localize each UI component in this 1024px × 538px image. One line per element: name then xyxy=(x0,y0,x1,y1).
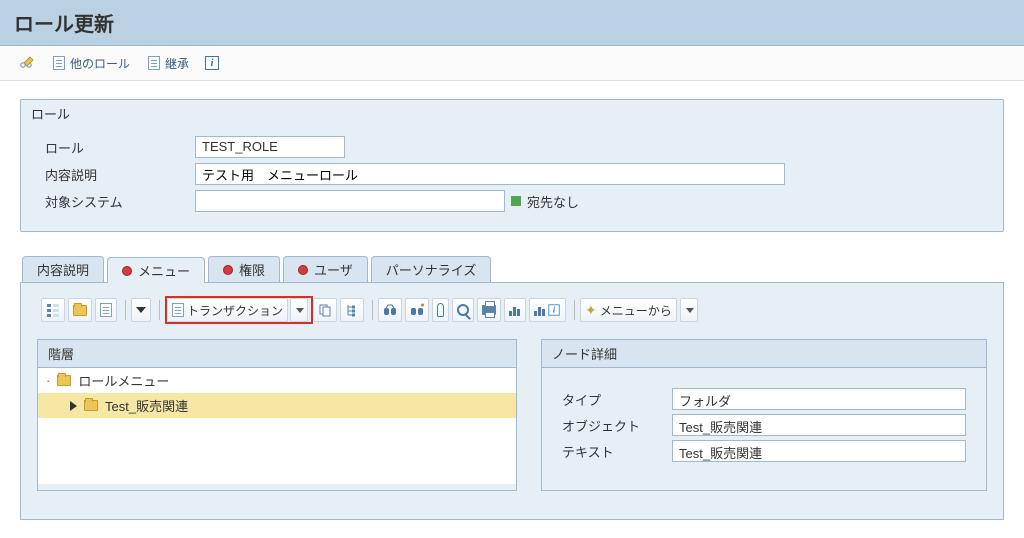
search-icon xyxy=(457,304,469,316)
transaction-button-highlight: トランザクション xyxy=(165,296,313,324)
role-label: ロール xyxy=(45,138,195,157)
menu-from-button[interactable]: ✦ メニューから xyxy=(580,298,677,322)
document-icon xyxy=(51,55,67,71)
hierarchy-box: 階層 · ロールメニュー Test_販売関連 xyxy=(37,339,517,491)
detail-object-label: オブジェクト xyxy=(562,416,672,435)
clipboard-button[interactable] xyxy=(432,298,449,322)
print-button[interactable] xyxy=(477,298,501,322)
folder-icon xyxy=(84,400,98,411)
status-red-icon xyxy=(223,265,233,275)
glasses-pencil-icon xyxy=(19,55,35,71)
bar-chart-icon xyxy=(509,304,521,316)
detail-text-label: テキスト xyxy=(562,442,672,461)
expand-icon[interactable] xyxy=(70,401,77,411)
separator xyxy=(372,300,373,320)
binoculars-plus-icon xyxy=(410,303,424,317)
transaction-button[interactable]: トランザクション xyxy=(167,298,288,322)
info-icon: i xyxy=(548,304,559,315)
tree-root-label: ロールメニュー xyxy=(78,371,169,390)
node-detail-box: ノード詳細 タイプ フォルダ オブジェクト Test_販売関連 テキスト Tes xyxy=(541,339,987,491)
description-field[interactable] xyxy=(195,163,785,185)
separator xyxy=(125,300,126,320)
chevron-down-icon xyxy=(136,307,146,313)
target-label: 対象システム xyxy=(45,192,195,211)
hierarchy-title: 階層 xyxy=(38,340,516,368)
toggle-display-button[interactable] xyxy=(14,52,40,74)
desc-label: 内容説明 xyxy=(45,165,195,184)
printer-icon xyxy=(482,305,496,315)
bullet-icon: · xyxy=(46,373,50,388)
page-title: ロール更新 xyxy=(14,8,1010,37)
status-red-icon xyxy=(298,265,308,275)
hierarchy-levels-button[interactable] xyxy=(41,298,65,322)
folder-icon xyxy=(73,305,87,316)
tab-personalize[interactable]: パーソナライズ xyxy=(371,256,492,282)
node-detail-title: ノード詳細 xyxy=(542,340,986,368)
detail-type-label: タイプ xyxy=(562,390,672,409)
clipboard-icon xyxy=(437,303,444,317)
role-group-title: ロール xyxy=(21,100,1003,123)
transaction-dropdown-button[interactable] xyxy=(290,298,308,322)
inherit-label: 継承 xyxy=(165,55,189,72)
other-role-button[interactable]: 他のロール xyxy=(46,52,135,74)
separator xyxy=(574,300,575,320)
report-info-button[interactable]: i xyxy=(529,298,566,322)
info-button[interactable]: i xyxy=(200,52,224,74)
target-status-text: 宛先なし xyxy=(527,192,579,211)
wand-icon: ✦ xyxy=(585,302,597,319)
tab-auth[interactable]: 権限 xyxy=(208,256,280,282)
status-square-icon xyxy=(511,196,521,206)
menu-from-dropdown-button[interactable] xyxy=(680,298,698,322)
detail-text-value: Test_販売関連 xyxy=(672,440,966,462)
other-role-label: 他のロール xyxy=(70,55,130,72)
menu-from-label: メニューから xyxy=(600,302,672,319)
title-bar: ロール更新 xyxy=(0,0,1024,46)
separator xyxy=(159,300,160,320)
role-groupbox: ロール ロール TEST_ROLE 内容説明 対象システム 宛先なし xyxy=(20,99,1004,232)
tree-icon xyxy=(345,303,359,317)
chevron-down-icon xyxy=(686,308,694,313)
target-system-field[interactable] xyxy=(195,190,505,212)
menu-toolbar: トランザクション xyxy=(37,293,987,327)
document-icon xyxy=(146,55,162,71)
detail-type-value: フォルダ xyxy=(672,388,966,410)
folder-button[interactable] xyxy=(68,298,92,322)
info-icon: i xyxy=(205,56,219,70)
binoculars-icon xyxy=(383,303,397,317)
find-button[interactable] xyxy=(378,298,402,322)
tab-user[interactable]: ユーザ xyxy=(283,256,368,282)
status-red-icon xyxy=(122,266,132,276)
document-button[interactable] xyxy=(95,298,117,322)
document-icon xyxy=(172,303,184,317)
hierarchy-levels-icon xyxy=(46,303,60,317)
bar-chart-icon xyxy=(534,304,546,316)
tree-node-label: Test_販売関連 xyxy=(105,396,188,415)
find-next-button[interactable] xyxy=(405,298,429,322)
tab-desc[interactable]: 内容説明 xyxy=(22,256,104,282)
role-value: TEST_ROLE xyxy=(195,136,345,158)
folder-icon xyxy=(57,375,71,386)
inherit-button[interactable]: 継承 xyxy=(141,52,194,74)
search-button[interactable] xyxy=(452,298,474,322)
tree-root[interactable]: · ロールメニュー xyxy=(38,368,516,393)
document-icon xyxy=(100,303,112,317)
tab-panel-menu: トランザクション xyxy=(20,282,1004,520)
chevron-down-icon xyxy=(296,308,304,313)
copy-icon xyxy=(318,303,332,317)
hierarchy-tree[interactable]: · ロールメニュー Test_販売関連 xyxy=(38,368,516,484)
app-toolbar: 他のロール 継承 i xyxy=(0,46,1024,81)
tree-node-selected[interactable]: Test_販売関連 xyxy=(38,393,516,418)
report-button[interactable] xyxy=(504,298,526,322)
transaction-label: トランザクション xyxy=(187,302,283,319)
detail-object-value: Test_販売関連 xyxy=(672,414,966,436)
tabstrip: 内容説明 メニュー 権限 ユーザ パーソナライズ xyxy=(20,256,1004,520)
tab-menu[interactable]: メニュー xyxy=(107,257,205,283)
tree-button[interactable] xyxy=(340,298,364,322)
dropdown-arrow-button[interactable] xyxy=(131,298,151,322)
copy-button[interactable] xyxy=(313,298,337,322)
